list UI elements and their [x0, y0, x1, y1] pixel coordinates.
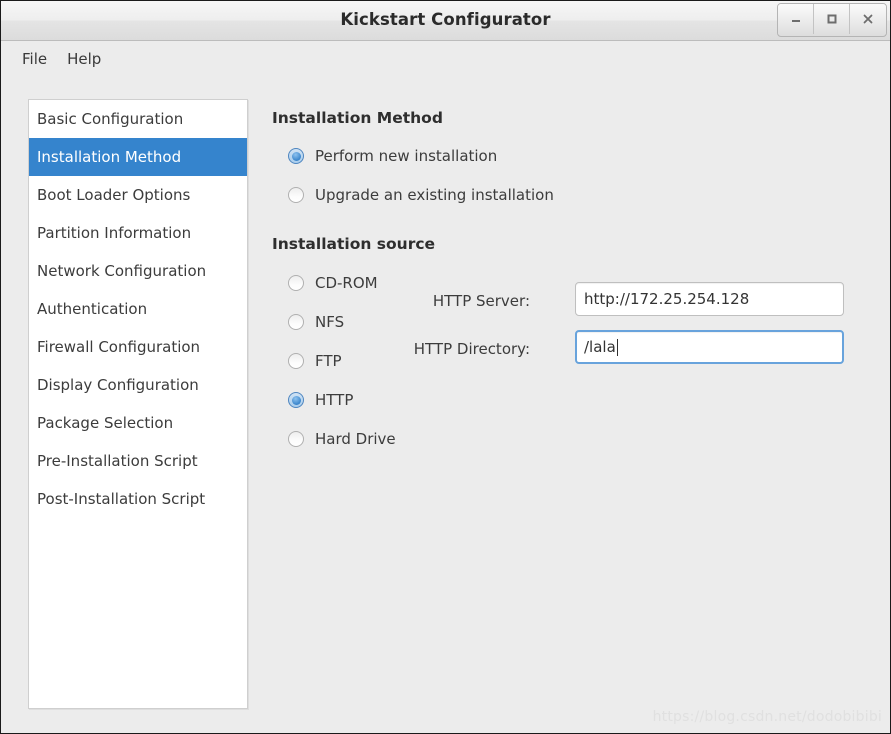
radio-button-off-icon[interactable] [288, 187, 304, 203]
radio-perform-new-installation[interactable]: Perform new installation [288, 145, 497, 167]
radio-label: NFS [315, 313, 345, 331]
installation-source-heading: Installation source [272, 235, 436, 253]
minimize-icon [790, 13, 802, 25]
menu-item-file[interactable]: File [13, 47, 56, 71]
radio-button-on-icon[interactable] [288, 392, 304, 408]
window-title: Kickstart Configurator [340, 10, 551, 29]
close-icon [862, 13, 874, 25]
installation-method-heading: Installation Method [272, 109, 443, 127]
radio-upgrade-existing-installation[interactable]: Upgrade an existing installation [288, 184, 554, 206]
sidebar-item-installation-method[interactable]: Installation Method [29, 138, 247, 176]
sidebar-item-firewall-configuration[interactable]: Firewall Configuration [29, 328, 247, 366]
http-directory-label: HTTP Directory: [413, 340, 530, 358]
application-window: Kickstart Configurator File Help Basic C… [0, 0, 891, 734]
watermark-text: https://blog.csdn.net/dodobibibi [652, 709, 882, 725]
title-bar: Kickstart Configurator [1, 1, 890, 41]
radio-button-off-icon[interactable] [288, 431, 304, 447]
menu-bar: File Help [1, 41, 890, 77]
radio-label: HTTP [315, 391, 354, 409]
sidebar-item-authentication[interactable]: Authentication [29, 290, 247, 328]
radio-label: FTP [315, 352, 342, 370]
radio-button-off-icon[interactable] [288, 275, 304, 291]
http-server-input[interactable]: http://172.25.254.128 [575, 282, 844, 316]
http-directory-input[interactable]: /lala [575, 330, 844, 364]
radio-button-off-icon[interactable] [288, 314, 304, 330]
radio-label: Hard Drive [315, 430, 396, 448]
close-button[interactable] [850, 4, 886, 34]
sidebar-item-basic-configuration[interactable]: Basic Configuration [29, 100, 247, 138]
radio-ftp[interactable]: FTP [288, 350, 342, 372]
text-cursor [616, 338, 618, 356]
http-directory-value: /lala [584, 338, 616, 356]
radio-hard-drive[interactable]: Hard Drive [288, 428, 396, 450]
maximize-button[interactable] [814, 4, 850, 34]
http-server-label: HTTP Server: [432, 292, 530, 310]
radio-button-on-icon[interactable] [288, 148, 304, 164]
sidebar-item-package-selection[interactable]: Package Selection [29, 404, 247, 442]
sidebar-item-pre-installation-script[interactable]: Pre-Installation Script [29, 442, 247, 480]
http-server-value: http://172.25.254.128 [584, 290, 750, 308]
radio-label: Perform new installation [315, 147, 498, 165]
settings-pane: Installation Method Perform new installa… [272, 77, 890, 733]
radio-label: Upgrade an existing installation [315, 186, 554, 204]
menu-item-help[interactable]: Help [58, 47, 110, 71]
sidebar-item-network-configuration[interactable]: Network Configuration [29, 252, 247, 290]
sidebar-item-post-installation-script[interactable]: Post-Installation Script [29, 480, 247, 518]
radio-label: CD-ROM [315, 274, 378, 292]
sidebar-item-display-configuration[interactable]: Display Configuration [29, 366, 247, 404]
radio-nfs[interactable]: NFS [288, 311, 344, 333]
radio-cdrom[interactable]: CD-ROM [288, 272, 378, 294]
radio-button-off-icon[interactable] [288, 353, 304, 369]
window-controls [777, 3, 887, 37]
sidebar-item-partition-information[interactable]: Partition Information [29, 214, 247, 252]
minimize-button[interactable] [778, 4, 814, 34]
sidebar-item-boot-loader-options[interactable]: Boot Loader Options [29, 176, 247, 214]
radio-http[interactable]: HTTP [288, 389, 353, 411]
navigation-list[interactable]: Basic Configuration Installation Method … [28, 99, 248, 709]
maximize-icon [826, 13, 838, 25]
window-content: Basic Configuration Installation Method … [1, 77, 890, 733]
